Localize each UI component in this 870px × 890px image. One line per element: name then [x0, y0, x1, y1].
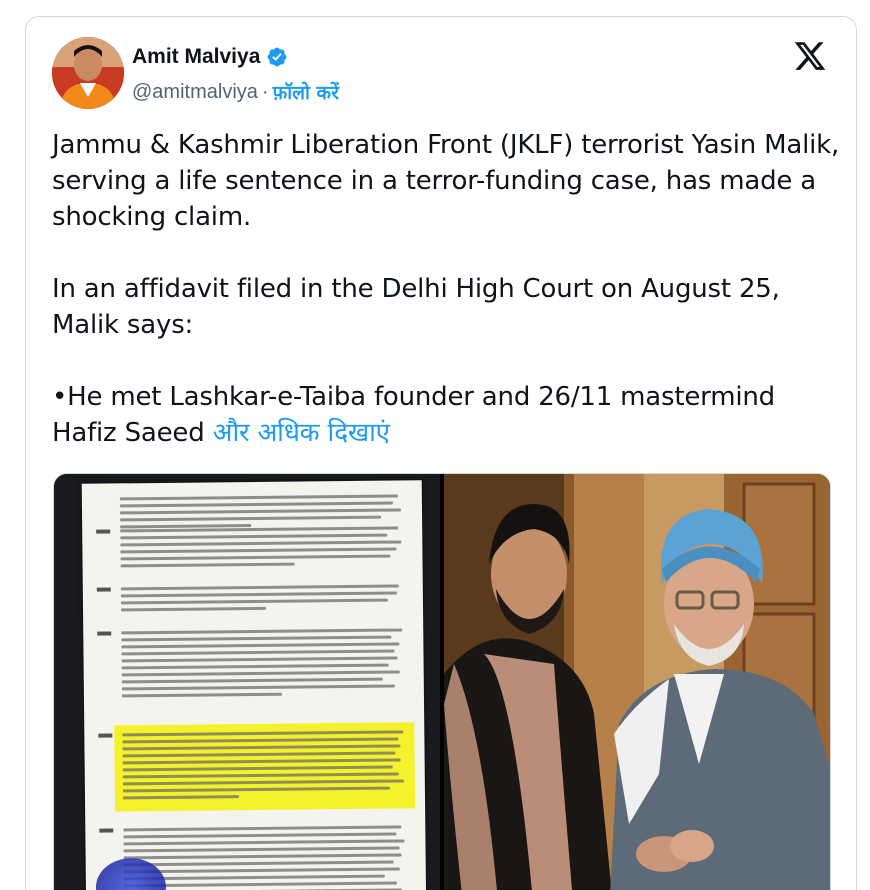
tweet-text: Jammu & Kashmir Liberation Front (JKLF) …	[52, 127, 842, 451]
media-image-photo[interactable]	[444, 474, 830, 890]
tweet-paragraph-2: In an affidavit filed in the Delhi High …	[52, 274, 780, 340]
avatar-image	[52, 37, 124, 109]
media-grid	[53, 473, 831, 890]
tweet-paragraph-1: Jammu & Kashmir Liberation Front (JKLF) …	[52, 130, 840, 232]
verified-badge-icon	[266, 46, 288, 68]
author-name[interactable]: Amit Malviya	[132, 45, 260, 69]
show-more-link[interactable]: और अधिक दिखाएं	[213, 418, 390, 448]
author-handle[interactable]: @amitmalviya	[132, 81, 258, 104]
tweet-paragraph-3-text: •He met Lashkar-e-Taiba founder and 26/1…	[52, 382, 775, 448]
affidavit-page	[81, 480, 427, 890]
separator: ·	[261, 80, 269, 103]
tweet-paragraph-3: •He met Lashkar-e-Taiba founder and 26/1…	[52, 379, 842, 451]
avatar[interactable]	[52, 37, 124, 109]
media-image-document[interactable]	[54, 474, 440, 890]
x-logo-icon[interactable]	[792, 39, 828, 73]
photo-image	[444, 474, 830, 890]
handle-row: @amitmalviya · फ़ॉलो करें	[132, 79, 339, 105]
follow-button[interactable]: फ़ॉलो करें	[273, 79, 339, 105]
tweet-card: Amit Malviya @amitmalviya · फ़ॉलो करें J…	[25, 16, 857, 890]
author-row: Amit Malviya	[132, 45, 288, 69]
